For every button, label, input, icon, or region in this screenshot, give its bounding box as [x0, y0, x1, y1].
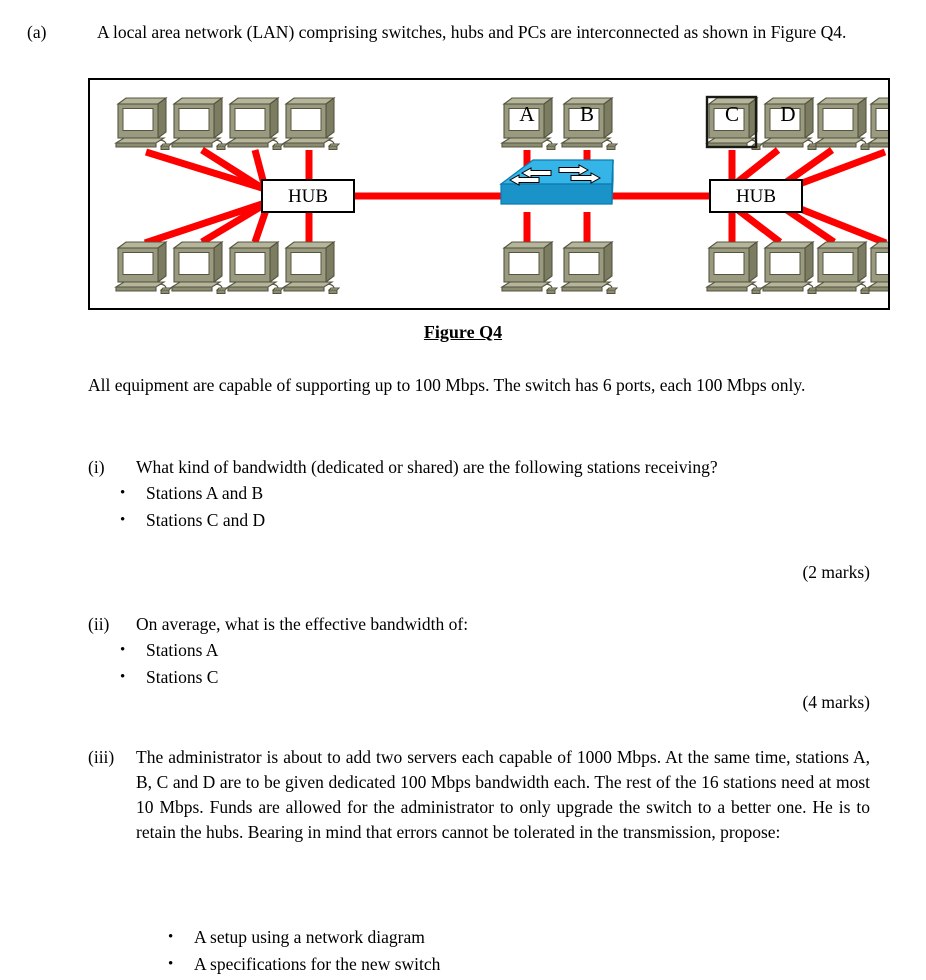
- pc-icon: [868, 97, 888, 151]
- network-diagram: A B C D HUB HUB: [115, 95, 888, 295]
- station-a-label: A: [519, 102, 535, 126]
- pc-icon: [227, 241, 284, 295]
- pc-icon: [115, 97, 172, 151]
- part-intro-text: A local area network (LAN) comprising sw…: [97, 22, 847, 42]
- pc-group-left-top: [115, 97, 340, 151]
- list-item: A specifications for the new switch: [88, 951, 870, 978]
- section-i-bullets: Stations A and B Stations C and D: [88, 480, 870, 534]
- pc-group-right-bottom: [706, 241, 888, 295]
- section-ii-bullets: Stations A Stations C: [88, 637, 870, 691]
- pc-icon: [706, 241, 763, 295]
- station-d-label: D: [780, 102, 795, 126]
- list-item: Stations C and D: [88, 507, 870, 534]
- exam-page: (a) A local area network (LAN) comprisin…: [0, 0, 926, 980]
- pc-icon: [815, 241, 872, 295]
- hub-right-label: HUB: [736, 186, 776, 207]
- section-i-label: (i): [88, 457, 105, 477]
- part-label: (a): [27, 22, 47, 42]
- station-c-label: C: [725, 102, 739, 126]
- body-paragraph: All equipment are capable of supporting …: [88, 375, 806, 395]
- section-i-text: What kind of bandwidth (dedicated or sha…: [136, 457, 718, 477]
- section-iii: (iii) The administrator is about to add …: [88, 745, 870, 845]
- section-i: (i) What kind of bandwidth (dedicated or…: [88, 455, 870, 534]
- pc-icon: [283, 97, 340, 151]
- pc-icon: [815, 97, 872, 151]
- pc-icon: [115, 241, 172, 295]
- pc-icon: [762, 241, 819, 295]
- pc-icon: [171, 97, 228, 151]
- pc-icon: [283, 241, 340, 295]
- section-ii-label: (ii): [88, 614, 110, 634]
- hub-right: HUB: [709, 179, 803, 213]
- switch-icon: [499, 159, 614, 205]
- pc-icon: [868, 241, 888, 295]
- pc-icon: [501, 241, 558, 295]
- section-ii-marks: (4 marks): [802, 692, 870, 712]
- list-item: Stations A and B: [88, 480, 870, 507]
- list-item: Stations A: [88, 637, 870, 664]
- pc-group-left-bottom: [115, 241, 340, 295]
- figure-caption: Figure Q4: [423, 322, 503, 342]
- pc-icon: [561, 241, 618, 295]
- section-i-marks: (2 marks): [802, 562, 870, 582]
- list-item: A setup using a network diagram: [88, 924, 870, 951]
- pc-icon: [171, 241, 228, 295]
- question-part-a: (a) A local area network (LAN) comprisin…: [27, 20, 872, 45]
- figure-q4-frame: A B C D HUB HUB: [88, 78, 890, 310]
- list-item: Stations C: [88, 664, 870, 691]
- section-ii-text: On average, what is the effective bandwi…: [136, 614, 469, 634]
- station-b-label: B: [580, 102, 594, 126]
- section-ii: (ii) On average, what is the effective b…: [88, 612, 870, 691]
- section-iii-bullets: A setup using a network diagram A specif…: [88, 924, 870, 978]
- hub-left-label: HUB: [288, 186, 328, 207]
- section-iii-text: The administrator is about to add two se…: [136, 747, 870, 842]
- pc-group-switch-bottom: [501, 241, 618, 295]
- hub-left: HUB: [261, 179, 355, 213]
- section-iii-label: (iii): [88, 747, 115, 767]
- pc-icon: [227, 97, 284, 151]
